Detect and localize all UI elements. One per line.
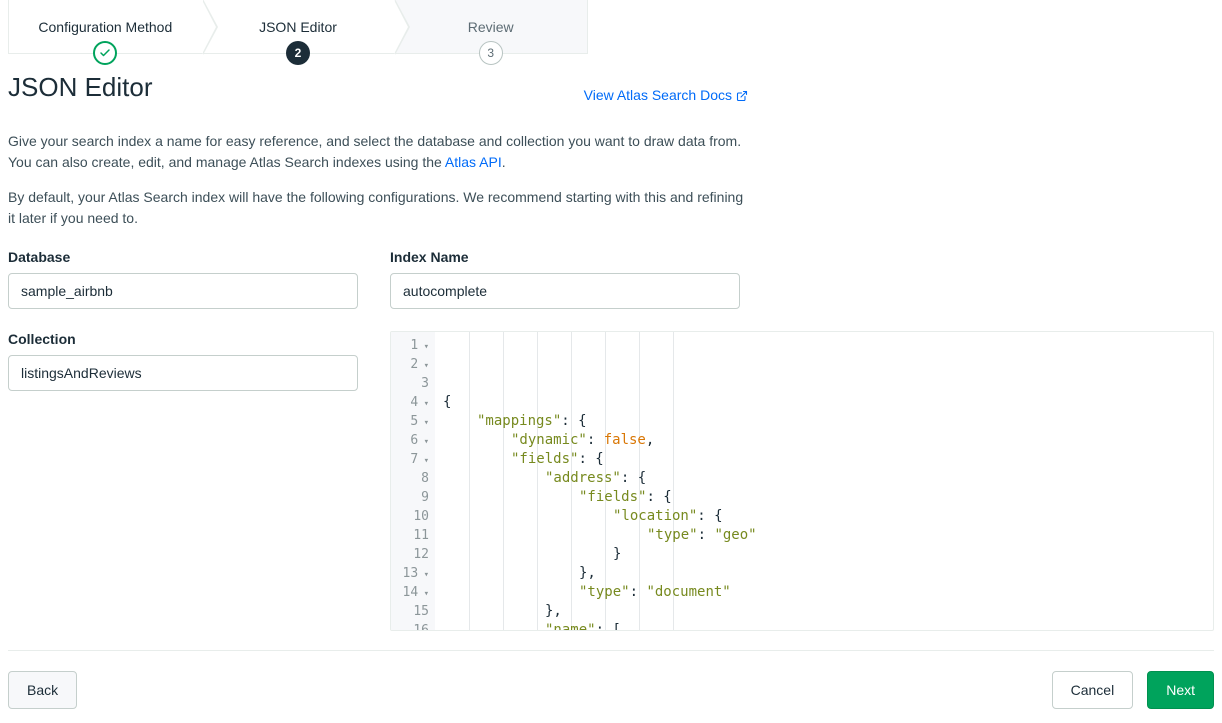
editor-line[interactable]: "fields": { (439, 450, 1213, 469)
database-label: Database (8, 249, 358, 265)
step-label: Configuration Method (38, 19, 172, 35)
editor-line[interactable]: }, (439, 602, 1213, 621)
editor-line[interactable]: "fields": { (439, 488, 1213, 507)
description-text: . (502, 154, 506, 170)
editor-line[interactable]: "address": { (439, 469, 1213, 488)
back-button[interactable]: Back (8, 671, 77, 709)
step-number-badge: 2 (286, 41, 310, 65)
json-editor[interactable]: 12345678910111213141516 {"mappings": {"d… (390, 331, 1214, 631)
step-label: Review (468, 19, 514, 35)
checkmark-icon (93, 41, 117, 65)
wizard-stepper: Configuration Method JSON Editor 2 Revie… (8, 0, 588, 54)
collection-input[interactable] (8, 355, 358, 391)
step-label: JSON Editor (259, 19, 337, 35)
step-json-editor[interactable]: JSON Editor 2 (202, 0, 395, 53)
cancel-button[interactable]: Cancel (1052, 671, 1134, 709)
view-docs-link[interactable]: View Atlas Search Docs (584, 87, 748, 103)
wizard-footer: Back Cancel Next (8, 650, 1214, 723)
editor-line[interactable]: "name": [ (439, 621, 1213, 631)
editor-code-area[interactable]: {"mappings": {"dynamic": false,"fields":… (435, 332, 1213, 630)
description-text: By default, your Atlas Search index will… (8, 187, 748, 229)
atlas-api-link[interactable]: Atlas API (445, 154, 502, 170)
next-button[interactable]: Next (1147, 671, 1214, 709)
editor-line[interactable]: }, (439, 564, 1213, 583)
description-text: Give your search index a name for easy r… (8, 133, 741, 170)
step-configuration-method[interactable]: Configuration Method (9, 0, 202, 53)
step-review[interactable]: Review 3 (394, 0, 587, 53)
page-title: JSON Editor (8, 72, 153, 103)
editor-gutter: 12345678910111213141516 (391, 332, 435, 630)
description-block: Give your search index a name for easy r… (8, 131, 1214, 229)
editor-line[interactable]: } (439, 545, 1213, 564)
database-input[interactable] (8, 273, 358, 309)
external-link-icon (736, 89, 748, 101)
step-number-badge: 3 (479, 41, 503, 65)
editor-line[interactable]: "dynamic": false, (439, 431, 1213, 450)
editor-line[interactable]: "type": "document" (439, 583, 1213, 602)
index-name-input[interactable] (390, 273, 740, 309)
editor-line[interactable]: "location": { (439, 507, 1213, 526)
editor-line[interactable]: { (439, 393, 1213, 412)
editor-line[interactable]: "mappings": { (439, 412, 1213, 431)
index-name-label: Index Name (390, 249, 740, 265)
editor-line[interactable]: "type": "geo" (439, 526, 1213, 545)
docs-link-label: View Atlas Search Docs (584, 87, 732, 103)
collection-label: Collection (8, 331, 358, 347)
